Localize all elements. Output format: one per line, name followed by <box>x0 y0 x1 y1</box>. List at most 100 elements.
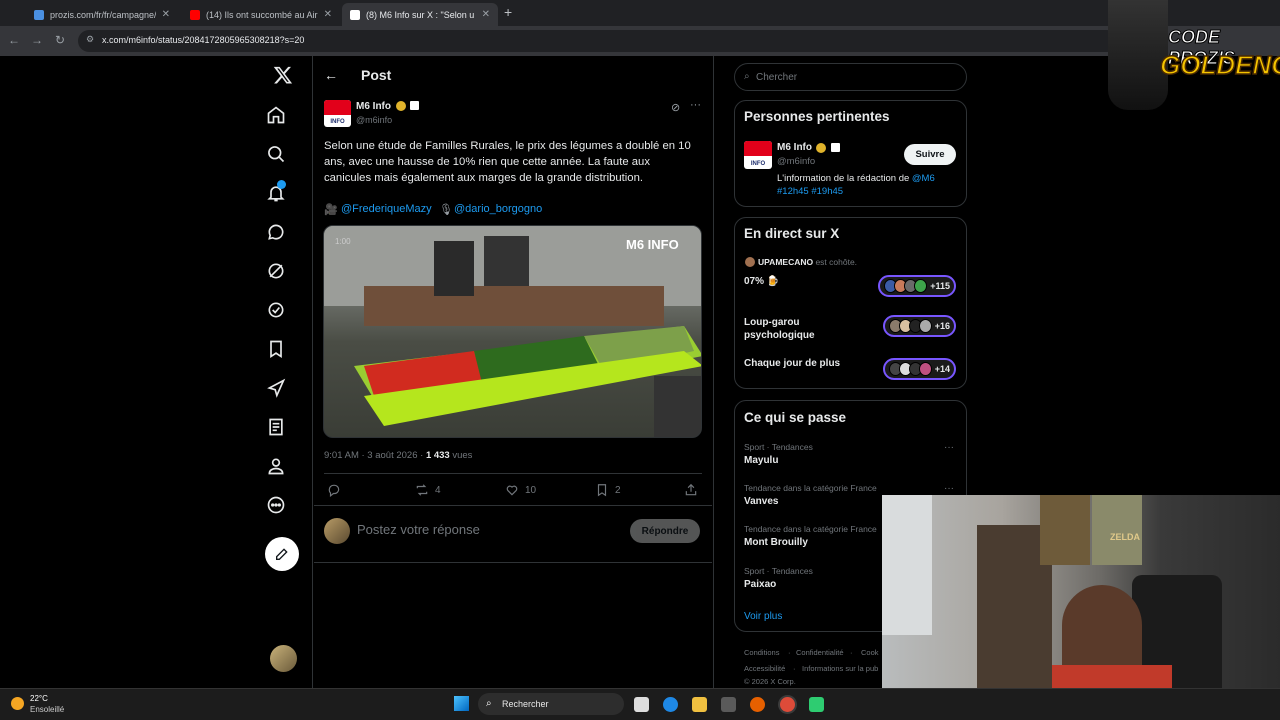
messages-icon[interactable] <box>266 222 286 242</box>
reply-button[interactable]: Répondre <box>630 519 700 543</box>
weather-temperature[interactable]: 22°C <box>30 694 48 703</box>
trend-more-icon[interactable]: ··· <box>944 442 954 453</box>
repost-action[interactable]: 4 <box>415 483 441 497</box>
live-host-suffix: est cohôte. <box>813 257 858 267</box>
jobs-rocket-icon[interactable] <box>266 378 286 398</box>
bookmark-count: 2 <box>615 484 621 496</box>
post-text: Selon une étude de Familles Rurales, le … <box>324 140 691 184</box>
profile-icon[interactable] <box>266 456 286 476</box>
forward-nav-icon[interactable]: → <box>31 33 43 47</box>
notifications-icon[interactable] <box>266 180 286 203</box>
bookmark-action[interactable]: 2 <box>595 483 621 497</box>
grok-icon[interactable] <box>266 261 286 281</box>
credit-link-2[interactable]: @dario_borgogno <box>454 203 542 215</box>
live-host-line: UPAMECANO est cohôte. <box>758 257 857 267</box>
browser-tab-youtube[interactable]: (14) Ils ont succombé au Air fry ✕ <box>182 3 340 26</box>
search-icon[interactable] <box>266 144 286 164</box>
task-view-icon[interactable] <box>634 697 649 712</box>
chrome-icon[interactable] <box>780 697 795 712</box>
post-timestamp: 9:01 AM · 3 août 2026 · 1 433 vues <box>324 450 472 461</box>
reply-action[interactable] <box>327 483 347 497</box>
more-dots-icon[interactable]: ··· <box>690 99 701 111</box>
live-title: En direct sur X <box>744 226 840 241</box>
share-icon <box>685 483 697 496</box>
file-explorer-icon[interactable] <box>692 697 707 712</box>
x-logo-icon[interactable] <box>273 65 293 85</box>
new-tab-icon[interactable]: + <box>504 4 512 20</box>
close-tab-icon[interactable]: ✕ <box>324 9 332 20</box>
footer-accessibility[interactable]: Accessibilité <box>744 664 785 673</box>
account-avatar[interactable] <box>270 645 297 672</box>
bio-link-m6[interactable]: @M6 <box>912 173 935 184</box>
browser-tab-x-active[interactable]: (8) M6 Info sur X : "Selon u ✕ <box>342 3 498 26</box>
footer-cookies[interactable]: Cook <box>861 648 879 657</box>
author-handle[interactable]: @m6info <box>356 115 392 125</box>
close-tab-icon[interactable]: ✕ <box>162 9 170 20</box>
trend-item[interactable]: Paixao <box>744 579 776 590</box>
live-host[interactable]: UPAMECANO <box>758 257 813 267</box>
edge-icon[interactable] <box>663 697 678 712</box>
views-count: 1 433 <box>425 450 450 461</box>
premium-icon[interactable] <box>266 300 286 320</box>
live-item-title[interactable]: Chaque jour de plus <box>744 358 840 369</box>
post-video[interactable] <box>323 225 702 438</box>
relevant-handle[interactable]: @m6info <box>777 156 815 167</box>
footer-privacy[interactable]: Confidentialité <box>796 648 844 657</box>
repost-icon <box>416 484 428 496</box>
affiliate-badge-icon <box>831 143 840 152</box>
follow-button[interactable]: Suivre <box>904 144 956 165</box>
footer-conditions[interactable]: Conditions <box>744 648 779 657</box>
app-icon[interactable] <box>809 697 824 712</box>
live-item-title[interactable]: 07% 🍺 <box>744 276 779 287</box>
compose-post-button[interactable] <box>265 537 299 571</box>
store-icon[interactable] <box>721 697 736 712</box>
live-item-listeners[interactable]: +115 <box>878 275 956 297</box>
poster-text: ZELDA <box>1110 532 1140 542</box>
lists-icon[interactable] <box>266 417 286 437</box>
windows-start-icon[interactable] <box>454 696 469 711</box>
firefox-icon[interactable] <box>750 697 765 712</box>
brand-code-value: GOLDENG <box>1159 49 1280 81</box>
close-tab-icon[interactable]: ✕ <box>482 9 490 20</box>
share-action[interactable] <box>684 483 698 497</box>
reply-input[interactable]: Postez votre réponse <box>357 522 480 537</box>
site-info-icon[interactable]: ⚙ <box>86 34 94 45</box>
reload-icon[interactable]: ↻ <box>55 33 65 47</box>
relevant-name[interactable]: M6 Info <box>777 142 812 153</box>
footer-ads-info[interactable]: Informations sur la pub <box>802 664 878 673</box>
tab-label: prozis.com/fr/fr/campagne/74# <box>50 9 156 20</box>
author-name[interactable]: M6 Info <box>356 101 391 112</box>
prozis-favicon-icon <box>34 9 44 20</box>
see-more-link[interactable]: Voir plus <box>744 611 782 622</box>
live-item-listeners[interactable]: +16 <box>883 315 956 337</box>
vegetable-stall-image <box>324 226 701 437</box>
relevant-people-title: Personnes pertinentes <box>744 109 890 124</box>
sun-weather-icon[interactable] <box>11 697 24 710</box>
credit-link-1[interactable]: @FrederiqueMazy <box>341 203 432 215</box>
compose-icon <box>276 548 288 560</box>
back-arrow-icon[interactable]: ← <box>324 67 338 83</box>
weather-description[interactable]: Ensoleillé <box>30 705 64 714</box>
like-action[interactable]: 10 <box>505 483 536 497</box>
trend-more-icon[interactable]: ··· <box>944 483 954 494</box>
author-avatar[interactable]: INFO <box>324 100 351 127</box>
relevant-avatar[interactable]: INFO <box>744 141 772 169</box>
back-nav-icon[interactable]: ← <box>8 33 20 47</box>
bio-hashtags[interactable]: #12h45 #19h45 <box>777 186 843 197</box>
live-item-listeners[interactable]: +14 <box>883 358 956 380</box>
microphone-icon: 🎙 <box>439 204 453 216</box>
reply-avatar <box>324 518 350 544</box>
bio-text: L'information de la rédaction de <box>777 173 912 184</box>
taskbar-search-icon: ⌕ <box>486 698 492 709</box>
grok-explain-icon[interactable]: ⊘ <box>671 101 680 114</box>
trend-item[interactable]: Mayulu <box>744 455 778 466</box>
more-options-icon[interactable] <box>266 495 286 515</box>
browser-tab-prozis[interactable]: prozis.com/fr/fr/campagne/74# ✕ <box>26 3 178 26</box>
taskbar-search[interactable] <box>478 693 624 715</box>
bookmarks-icon[interactable] <box>266 339 286 359</box>
like-count: 10 <box>525 484 537 496</box>
home-icon[interactable] <box>266 105 286 125</box>
live-item-title[interactable]: Loup-garou psychologique <box>744 316 864 342</box>
trend-item[interactable]: Mont Brouilly <box>744 537 808 548</box>
trend-item[interactable]: Vanves <box>744 496 778 507</box>
